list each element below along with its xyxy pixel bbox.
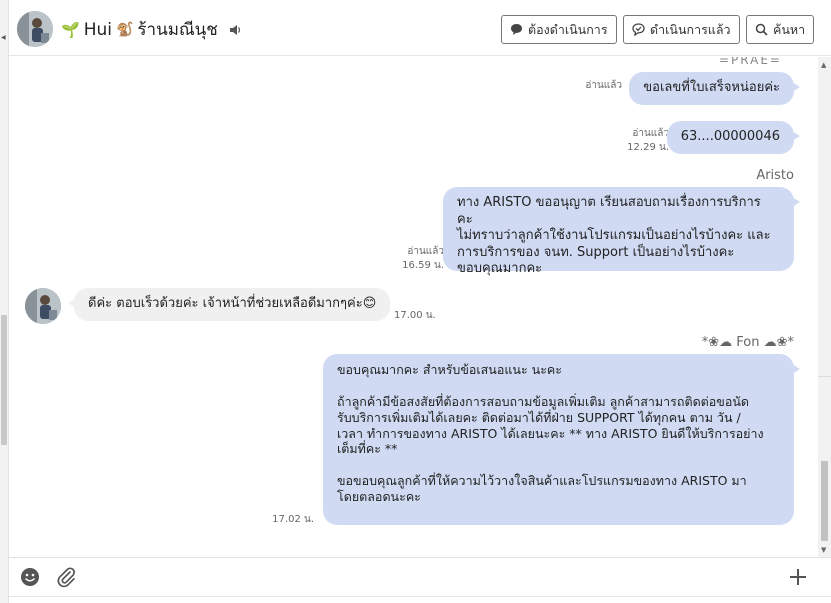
message-time: 17.02 น. [272,514,314,525]
divider [818,376,831,377]
smiley-icon[interactable] [19,566,41,588]
plus-icon[interactable] [787,566,809,588]
search-button[interactable]: ค้นหา [746,15,815,44]
message-bubble[interactable]: 63....00000046 [666,121,801,154]
message-sender: Aristo [756,168,794,183]
speaker-icon[interactable] [228,23,242,37]
message-bubble[interactable]: ทาง ARISTO ขออนุญาต เรียนสอบถามเรื่องการ… [443,187,800,276]
left-pane-edge: ◀ [0,0,9,603]
message-time: 12.29 น. [627,142,669,153]
todo-button[interactable]: ต้องดำเนินการ [501,15,617,44]
chat-title: 🌱 Hui 🐒 ร้านมณีนุช [61,16,242,43]
scroll-down-arrow-icon[interactable]: ▼ [821,546,826,554]
done-button[interactable]: ดำเนินการแล้ว [623,15,740,44]
search-button-label: ค้นหา [773,21,806,37]
message-bubble[interactable]: ขอบคุณมากคะ สำหรับข้อเสนอแนะ นะคะ ถ้าลูก… [323,354,800,525]
shop-name: ร้านมณีนุช [137,20,218,40]
collapse-arrow-icon[interactable]: ◀ [1,34,6,41]
read-receipt: อ่านแล้ว [632,128,669,139]
contact-name: Hui [83,19,112,40]
message-time: 17.00 น. [394,310,436,321]
sender-avatar[interactable] [25,288,61,324]
divider [9,596,831,597]
read-receipt: อ่านแล้ว [585,80,622,91]
done-button-label: ดำเนินการแล้ว [650,21,731,37]
speech-bubble-icon [511,24,522,35]
message-composer[interactable] [9,557,831,603]
message-bubble[interactable]: ดีค่ะ ตอบเร็วด้วยค่ะ เจ้าหน้าที่ช่วยเหลื… [67,288,391,321]
seedling-icon: 🌱 [61,20,80,39]
search-icon [755,23,768,36]
check-bubble-icon [632,23,645,36]
scroll-thumb[interactable] [821,461,828,541]
message-bubble[interactable]: ขอเลขที่ใบเสร็จหน่อยค่ะ [629,72,800,105]
left-pane-scroll-thumb[interactable] [1,315,7,445]
message-list[interactable]: =PRAE= อ่านแล้ว ขอเลขที่ใบเสร็จหน่อยค่ะ … [9,57,822,557]
message-time: 16.59 น. [402,260,444,271]
read-receipt: อ่านแล้ว [407,246,444,257]
message-sender: *❀☁ Fon ☁❀* [701,335,794,350]
scroll-up-arrow-icon[interactable]: ▲ [821,61,826,69]
chat-scrollbar[interactable]: ▲ ▼ [818,57,831,557]
todo-button-label: ต้องดำเนินการ [528,21,608,37]
chat-header: 🌱 Hui 🐒 ร้านมณีนุช ต้องดำเนินการ ดำเนินก… [9,0,831,56]
avatar[interactable] [17,11,53,47]
message-sender: =PRAE= [719,57,782,67]
monkey-icon: 🐒 [115,21,134,38]
paperclip-icon[interactable] [55,566,77,588]
